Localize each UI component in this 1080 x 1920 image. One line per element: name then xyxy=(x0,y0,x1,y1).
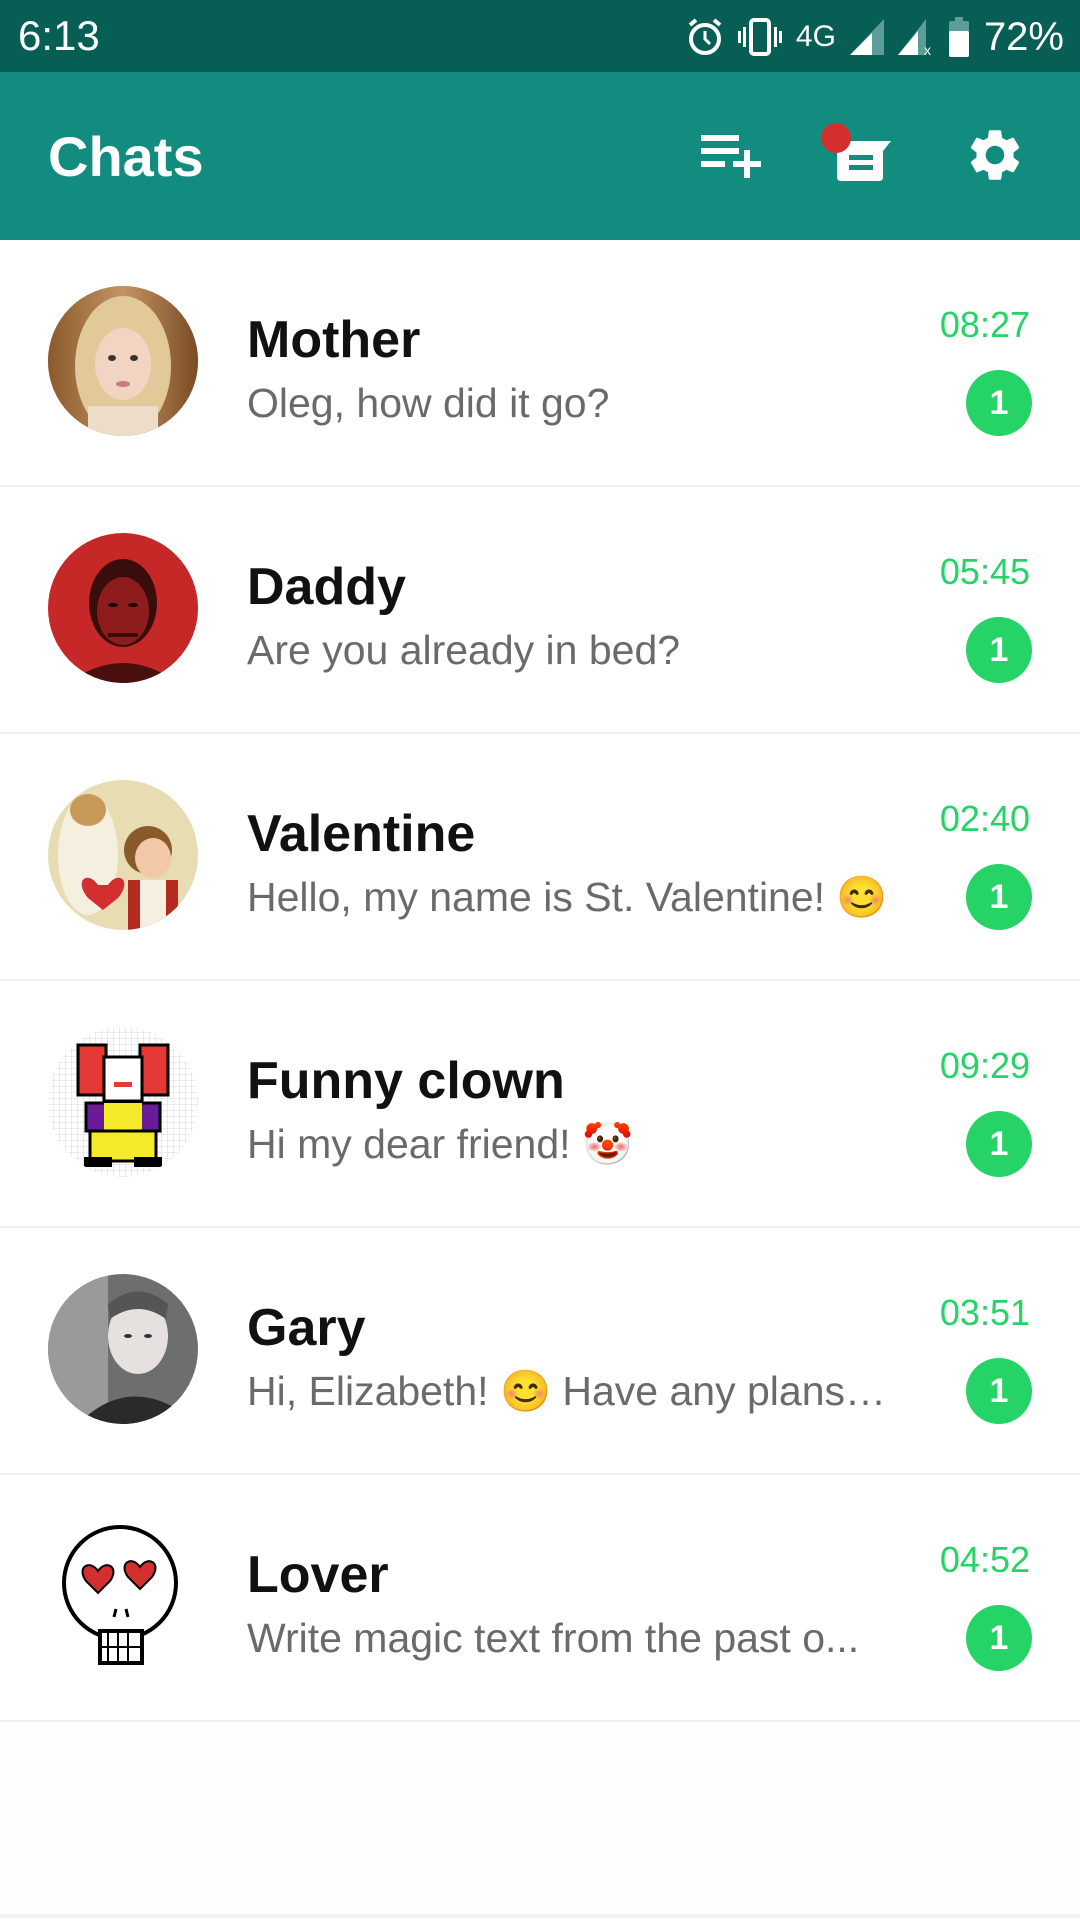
battery-icon xyxy=(948,17,970,57)
status-icons: 4G x 72% xyxy=(686,12,1064,62)
chat-time: 02:40 xyxy=(939,798,1030,839)
chat-time: 04:52 xyxy=(939,1539,1030,1580)
chat-row-daddy[interactable]: Daddy Are you already in bed? 05:45 1 xyxy=(0,487,1080,734)
network-type: 4G xyxy=(795,20,836,53)
chat-list: Mother Oleg, how did it go? 08:27 1 Dadd… xyxy=(0,240,1080,1722)
bottom-divider xyxy=(0,1914,1080,1918)
vibrate-icon xyxy=(737,17,782,57)
chat-name: Funny clown xyxy=(247,1052,565,1110)
chat-last-message: Are you already in bed? xyxy=(247,627,681,673)
avatar xyxy=(48,1274,198,1424)
chat-last-message: Hi my dear friend! 🤡 xyxy=(247,1121,633,1167)
avatar xyxy=(48,1521,198,1671)
unread-badge: 1 xyxy=(966,1358,1032,1424)
avatar xyxy=(48,1027,198,1177)
chat-last-message: Hi, Elizabeth! 😊 Have any plans t... xyxy=(247,1368,897,1414)
chat-time: 09:29 xyxy=(939,1045,1030,1086)
signal-icon xyxy=(849,19,884,55)
chat-time: 08:27 xyxy=(939,304,1030,345)
chat-last-message: Write magic text from the past o... xyxy=(247,1615,860,1661)
unread-badge: 1 xyxy=(966,1605,1032,1671)
unread-badge: 1 xyxy=(966,617,1032,683)
chat-name: Valentine xyxy=(247,805,476,863)
settings-button[interactable] xyxy=(950,112,1040,202)
chat-time: 05:45 xyxy=(939,551,1030,592)
avatar xyxy=(48,533,198,683)
chat-name: Mother xyxy=(247,311,421,369)
chat-row-mother[interactable]: Mother Oleg, how did it go? 08:27 1 xyxy=(0,240,1080,487)
messages-icon xyxy=(821,123,895,185)
chat-name: Gary xyxy=(247,1299,366,1357)
chat-row-funny-clown[interactable]: Funny clown Hi my dear friend! 🤡 09:29 1 xyxy=(0,981,1080,1228)
unread-badge: 1 xyxy=(966,1111,1032,1177)
gear-icon xyxy=(964,124,1026,191)
new-broadcast-button[interactable] xyxy=(686,112,776,202)
new-broadcast-icon xyxy=(699,131,763,184)
chat-name: Daddy xyxy=(247,558,406,616)
chat-time: 03:51 xyxy=(939,1292,1030,1333)
app-bar: Chats xyxy=(0,72,1080,240)
messages-button[interactable] xyxy=(814,112,904,202)
chat-row-lover[interactable]: Lover Write magic text from the past o..… xyxy=(0,1475,1080,1722)
chat-last-message: Oleg, how did it go? xyxy=(247,380,610,426)
status-time: 6:13 xyxy=(18,12,100,59)
avatar xyxy=(48,780,198,930)
chat-row-valentine[interactable]: Valentine Hello, my name is St. Valentin… xyxy=(0,734,1080,981)
notification-dot xyxy=(821,123,851,153)
status-bar: 6:13 4G x 72% xyxy=(0,0,1080,72)
page-title: Chats xyxy=(48,125,204,188)
avatar xyxy=(48,286,198,436)
chat-name: Lover xyxy=(247,1546,389,1604)
battery-level: 72% xyxy=(983,14,1064,59)
chat-last-message: Hello, my name is St. Valentine! 😊 xyxy=(247,874,888,920)
svg-text:x: x xyxy=(924,42,931,55)
unread-badge: 1 xyxy=(966,370,1032,436)
chat-row-gary[interactable]: Gary Hi, Elizabeth! 😊 Have any plans t..… xyxy=(0,1228,1080,1475)
alarm-icon xyxy=(686,17,724,57)
signal-no-data-icon: x xyxy=(897,19,934,55)
unread-badge: 1 xyxy=(966,864,1032,930)
